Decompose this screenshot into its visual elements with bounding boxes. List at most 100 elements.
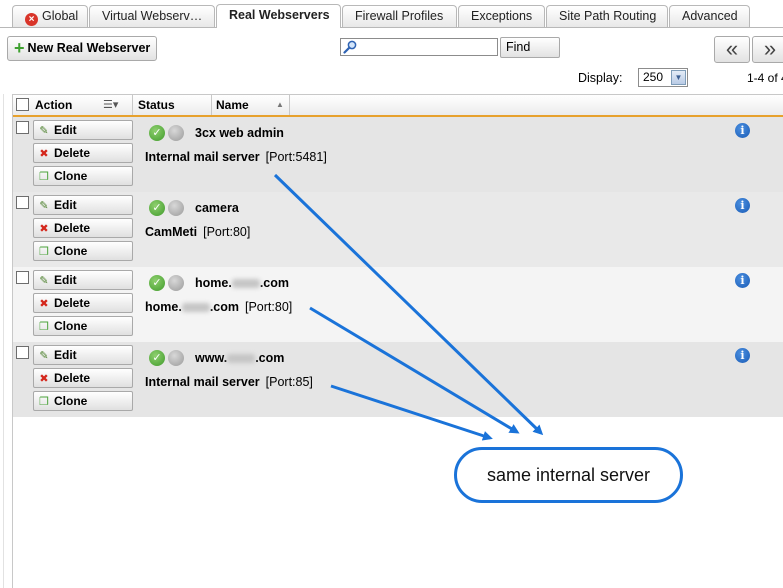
- left-edge: [0, 94, 4, 588]
- delete-icon: ✖: [39, 298, 49, 310]
- edit-icon: ✎: [39, 125, 49, 137]
- column-action[interactable]: Action ☰▾: [31, 95, 133, 115]
- tab-label: Virtual Webserv…: [102, 9, 203, 23]
- tab-bar: × Global Virtual Webserv… Real Webservers…: [0, 0, 783, 28]
- close-icon[interactable]: ×: [25, 13, 38, 26]
- tab-site-path-routing[interactable]: Site Path Routing: [546, 5, 668, 27]
- delete-button[interactable]: ✖ Delete: [33, 143, 133, 163]
- column-menu-icon[interactable]: ☰▾: [103, 95, 118, 115]
- edit-button[interactable]: ✎ Edit: [33, 120, 133, 140]
- tab-global[interactable]: × Global: [12, 5, 88, 27]
- edit-icon: ✎: [39, 275, 49, 287]
- clone-button[interactable]: ❐ Clone: [33, 166, 133, 186]
- port-label: [Port:80]: [245, 300, 293, 314]
- webserver-host: Internal mail server [Port:85]: [145, 375, 313, 389]
- tab-advanced[interactable]: Advanced: [669, 5, 750, 27]
- info-icon[interactable]: i: [735, 273, 750, 288]
- name-suffix: .com: [259, 276, 289, 290]
- delete-label: Delete: [54, 371, 91, 385]
- clone-button[interactable]: ❐ Clone: [33, 391, 133, 411]
- webserver-name: home. .com: [195, 276, 289, 290]
- next-page-button[interactable]: »: [752, 36, 783, 63]
- tab-exceptions[interactable]: Exceptions: [458, 5, 545, 27]
- edit-button[interactable]: ✎ Edit: [33, 195, 133, 215]
- port-label: [Port:80]: [203, 225, 251, 239]
- delete-label: Delete: [54, 296, 91, 310]
- edit-icon: ✎: [39, 350, 49, 362]
- clone-button[interactable]: ❐ Clone: [33, 316, 133, 336]
- clone-icon: ❐: [39, 246, 49, 258]
- edit-label: Edit: [54, 273, 77, 287]
- prev-page-button[interactable]: «: [714, 36, 750, 63]
- column-name[interactable]: Name ▲: [212, 95, 290, 115]
- display-count-select[interactable]: 250 ▼: [638, 68, 688, 87]
- row-checkbox[interactable]: [16, 346, 29, 359]
- tab-firewall-profiles[interactable]: Firewall Profiles: [342, 5, 457, 27]
- tab-label: Site Path Routing: [559, 9, 657, 23]
- clone-icon: ❐: [39, 321, 49, 333]
- search-input[interactable]: [340, 38, 498, 56]
- tab-label: Firewall Profiles: [355, 9, 444, 23]
- webserver-host: home. .com [Port:80]: [145, 300, 292, 314]
- delete-icon: ✖: [39, 148, 49, 160]
- edit-label: Edit: [54, 198, 77, 212]
- host-name: CamMeti: [145, 225, 198, 239]
- tab-label: Real Webservers: [229, 8, 330, 22]
- host-name: Internal mail server: [145, 150, 260, 164]
- chevron-down-icon[interactable]: ▼: [671, 70, 686, 85]
- name-text: camera: [195, 201, 239, 215]
- column-action-label: Action: [35, 98, 73, 112]
- tab-real-webservers[interactable]: Real Webservers: [216, 4, 341, 28]
- clone-label: Clone: [54, 319, 88, 333]
- clone-icon: ❐: [39, 171, 49, 183]
- table-row: ✎ Edit ✖ Delete ❐ Clone ✓ home. .com home. .c…: [13, 267, 783, 342]
- delete-icon: ✖: [39, 223, 49, 235]
- webserver-host: CamMeti [Port:80]: [145, 225, 250, 239]
- delete-button[interactable]: ✖ Delete: [33, 293, 133, 313]
- tab-divider: [0, 27, 783, 28]
- delete-button[interactable]: ✖ Delete: [33, 368, 133, 388]
- name-text: 3cx web admin: [195, 126, 284, 140]
- plus-icon: +: [14, 38, 25, 58]
- new-button-label: New Real Webserver: [27, 41, 151, 55]
- callout-text: same internal server: [486, 465, 651, 485]
- webserver-host: Internal mail server [Port:5481]: [145, 150, 327, 164]
- redacted-text: [181, 303, 210, 313]
- find-button[interactable]: Find: [500, 37, 560, 58]
- display-value: 250: [643, 70, 664, 84]
- delete-label: Delete: [54, 146, 91, 160]
- edit-button[interactable]: ✎ Edit: [33, 345, 133, 365]
- redacted-text: [227, 354, 256, 364]
- status-ok-icon: ✓: [149, 350, 165, 366]
- grid-header: Action ☰▾ Status Name ▲: [13, 95, 783, 117]
- row-checkbox[interactable]: [16, 121, 29, 134]
- info-icon[interactable]: i: [735, 123, 750, 138]
- column-status-label: Status: [138, 98, 175, 112]
- clone-icon: ❐: [39, 396, 49, 408]
- clone-label: Clone: [54, 244, 88, 258]
- tab-virtual-webservers[interactable]: Virtual Webserv…: [89, 5, 215, 27]
- redacted-text: [231, 279, 260, 289]
- row-checkbox[interactable]: [16, 196, 29, 209]
- status-inactive-icon: [168, 350, 184, 366]
- tab-label: Exceptions: [471, 9, 533, 23]
- new-real-webserver-button[interactable]: + New Real Webserver: [7, 36, 157, 61]
- table-row: ✎ Edit ✖ Delete ❐ Clone ✓ www. .com Internal…: [13, 342, 783, 417]
- tab-label: Global: [42, 9, 79, 23]
- row-checkbox[interactable]: [16, 271, 29, 284]
- column-status[interactable]: Status: [134, 95, 212, 115]
- range-label: 1-4 of 4: [747, 71, 783, 85]
- host-name: home.: [145, 300, 182, 314]
- status-inactive-icon: [168, 200, 184, 216]
- webserver-name: 3cx web admin: [195, 126, 284, 140]
- port-label: [Port:5481]: [265, 150, 327, 164]
- clone-button[interactable]: ❐ Clone: [33, 241, 133, 261]
- info-icon[interactable]: i: [735, 198, 750, 213]
- table-row: ✎ Edit ✖ Delete ❐ Clone ✓ 3cx web admin Int…: [13, 117, 783, 192]
- select-all-checkbox[interactable]: [16, 98, 29, 111]
- edit-button[interactable]: ✎ Edit: [33, 270, 133, 290]
- info-icon[interactable]: i: [735, 348, 750, 363]
- annotation-callout: same internal server: [454, 447, 683, 503]
- edit-icon: ✎: [39, 200, 49, 212]
- delete-button[interactable]: ✖ Delete: [33, 218, 133, 238]
